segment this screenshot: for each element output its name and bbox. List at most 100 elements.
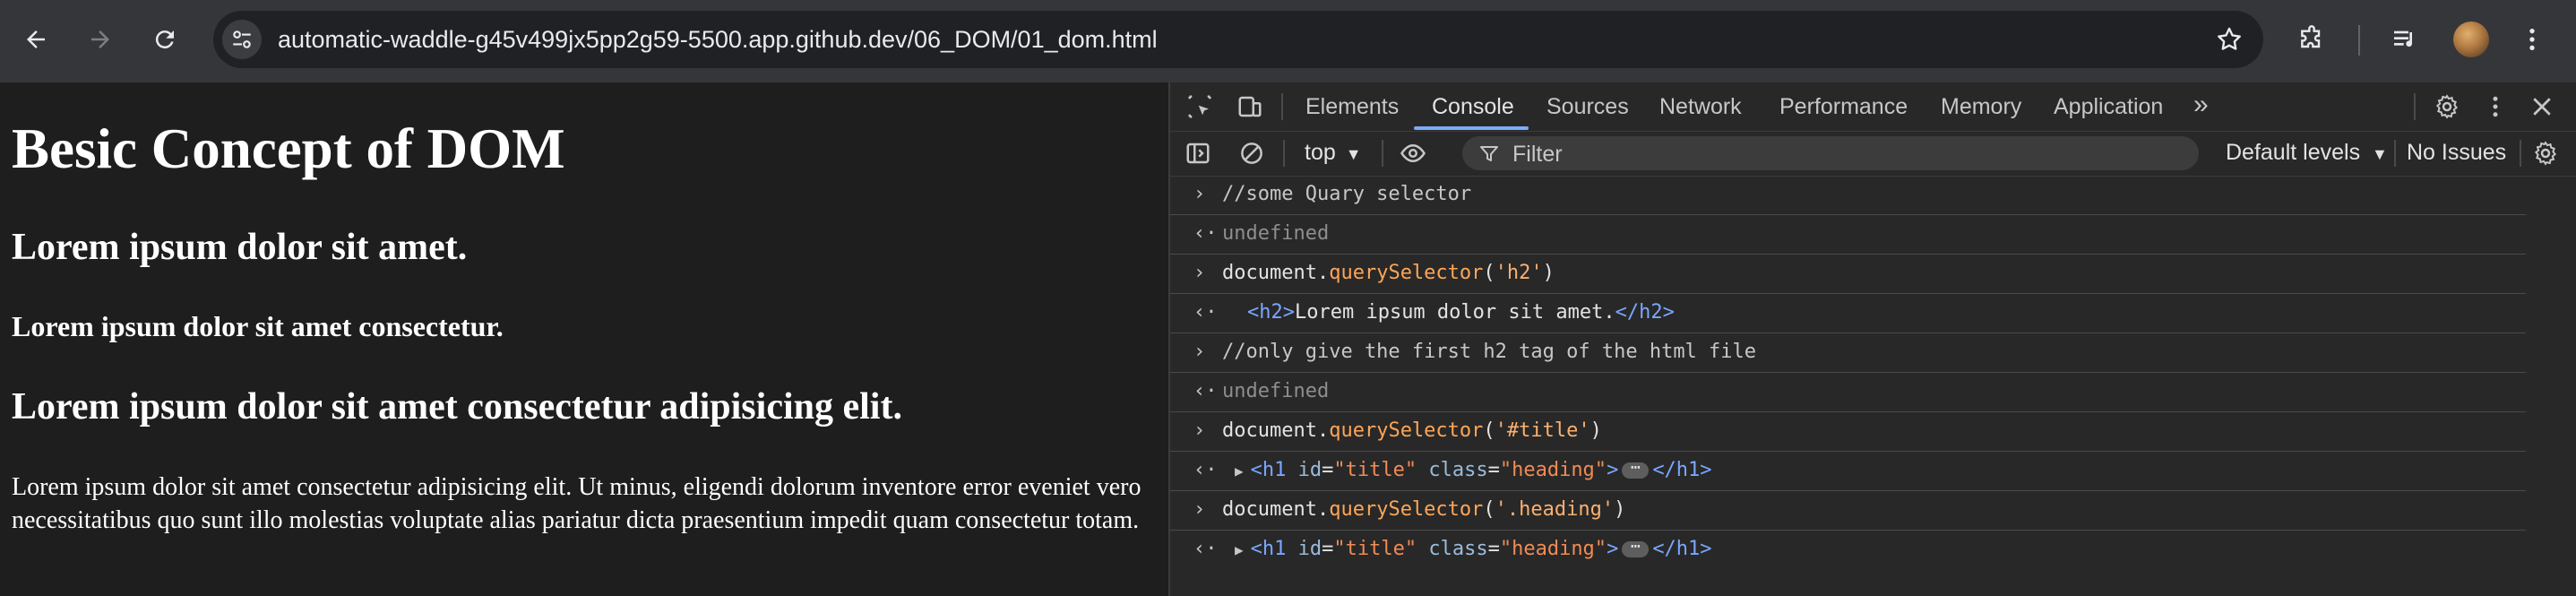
profile-avatar[interactable]: [2453, 22, 2489, 57]
console-text: undefined: [1222, 222, 1330, 245]
code-string: '#title': [1495, 419, 1590, 442]
console-code: document.querySelector('#title'): [1222, 419, 1602, 442]
page-viewport: Besic Concept of DOM Lorem ipsum dolor s…: [0, 82, 1168, 596]
forward-button[interactable]: [79, 18, 122, 61]
inspect-element-icon: [1188, 95, 1211, 118]
devtools-menu-button[interactable]: [2480, 91, 2511, 122]
console-output-row[interactable]: ‹· <h2>Lorem ipsum dolor sit amet.</h2>: [1170, 294, 2526, 333]
filter-placeholder: Filter: [1512, 142, 1563, 167]
media-control-icon: [2394, 30, 2413, 48]
code-attr-value: "heading": [1499, 459, 1607, 481]
console-output-row: ‹· undefined: [1170, 373, 2526, 412]
code-object: document.: [1222, 419, 1330, 442]
console-element-node[interactable]: ▶ <h1 id="title" class="heading"> ⋯ </h1>: [1235, 459, 1712, 481]
back-icon: [27, 30, 45, 48]
media-control-button[interactable]: [2383, 18, 2426, 61]
code-paren: (: [1483, 262, 1495, 284]
console-output-row[interactable]: ‹· ▶ <h1 id="title" class="heading"> ⋯ </h1…: [1170, 531, 2526, 570]
tab-application[interactable]: Application: [2054, 94, 2163, 120]
context-selector[interactable]: top ▼: [1305, 140, 1362, 166]
code-attr-value: "heading": [1499, 538, 1607, 560]
back-button[interactable]: [14, 18, 57, 61]
console-element-node[interactable]: <h2>Lorem ipsum dolor sit amet.</h2>: [1247, 301, 1675, 324]
toolbar-divider: [2358, 25, 2360, 56]
url-text[interactable]: automatic-waddle-g45v499jx5pp2g59-5500.a…: [278, 26, 1158, 54]
code-object: document.: [1222, 498, 1330, 521]
console-input-row[interactable]: › document.querySelector('#title'): [1170, 412, 2526, 452]
more-tabs-button[interactable]: »: [2193, 90, 2209, 120]
collapsed-content-ellipsis[interactable]: ⋯: [1622, 460, 1650, 479]
console-text: //only give the first h2 tag of the html…: [1222, 341, 1757, 363]
tab-memory[interactable]: Memory: [1941, 94, 2021, 120]
sidebar-icon: [1186, 143, 1210, 164]
console-input-row[interactable]: › document.querySelector('.heading'): [1170, 491, 2526, 531]
devtools-settings-button[interactable]: [2432, 91, 2462, 122]
console-toolbar: top ▼ Filter Default levels ▼ No Issues: [1170, 131, 2576, 177]
page-heading-h1: Besic Concept of DOM: [12, 117, 565, 180]
console-filter-input[interactable]: Filter: [1462, 136, 2199, 170]
site-info-button[interactable]: [222, 20, 262, 59]
more-vert-icon: [2493, 96, 2498, 117]
gear-icon: [2534, 141, 2557, 166]
code-tag: <h2>: [1247, 301, 1295, 324]
tab-console[interactable]: Console: [1432, 94, 1514, 120]
address-bar[interactable]: automatic-waddle-g45v499jx5pp2g59-5500.a…: [213, 11, 2263, 68]
code-string: 'h2': [1495, 262, 1543, 284]
device-toolbar-button[interactable]: [1235, 91, 1265, 122]
chevron-down-icon: ▼: [2372, 145, 2388, 163]
code-paren: (: [1483, 419, 1495, 442]
input-prompt-icon: ›: [1193, 262, 1206, 284]
toolbar-divider: [1382, 140, 1383, 167]
collapsed-content-ellipsis[interactable]: ⋯: [1622, 539, 1650, 557]
tab-network[interactable]: Network: [1659, 94, 1742, 120]
browser-menu-button[interactable]: [2511, 18, 2554, 61]
clear-console-button[interactable]: [1236, 138, 1267, 168]
code-method: querySelector: [1329, 419, 1484, 442]
console-element-node[interactable]: ▶ <h1 id="title" class="heading"> ⋯ </h1>: [1235, 538, 1712, 560]
issues-counter[interactable]: No Issues: [2407, 140, 2506, 166]
tab-sources[interactable]: Sources: [1546, 94, 1629, 120]
browser-toolbar: automatic-waddle-g45v499jx5pp2g59-5500.a…: [0, 0, 2576, 82]
console-text: //some Quary selector: [1222, 183, 1472, 205]
live-expression-button[interactable]: [1394, 138, 1432, 168]
input-prompt-icon: ›: [1193, 419, 1206, 442]
expand-triangle-icon[interactable]: ▶: [1235, 462, 1244, 479]
page-heading-h3: Lorem ipsum dolor sit amet consectetur.: [12, 310, 504, 342]
expand-triangle-icon[interactable]: ▶: [1235, 541, 1244, 558]
output-prompt-icon: ‹·: [1193, 222, 1218, 245]
code-attr-name: class: [1428, 459, 1488, 481]
code-tag: <h1: [1250, 459, 1287, 481]
console-input-row[interactable]: › //some Quary selector: [1170, 176, 2526, 215]
clear-icon: [1241, 143, 1262, 164]
star-icon[interactable]: [2215, 25, 2244, 54]
tab-performance[interactable]: Performance: [1779, 94, 1908, 120]
code-method: querySelector: [1329, 498, 1484, 521]
code-attr-name: class: [1428, 538, 1488, 560]
code-attr-name: id: [1297, 538, 1322, 560]
console-input-row[interactable]: › //only give the first h2 tag of the ht…: [1170, 333, 2526, 373]
code-paren: (: [1483, 498, 1495, 521]
input-prompt-icon: ›: [1193, 183, 1206, 205]
output-prompt-icon: ‹·: [1193, 380, 1218, 402]
log-levels-dropdown[interactable]: Default levels ▼: [2226, 140, 2388, 166]
code-tag: <h1: [1250, 538, 1287, 560]
extensions-icon: [2301, 25, 2321, 48]
log-levels-value: Default levels: [2226, 140, 2361, 165]
code-tag: </h1>: [1652, 459, 1712, 481]
page-paragraph: Lorem ipsum dolor sit amet consectetur a…: [12, 473, 1142, 534]
reload-icon: [155, 30, 174, 49]
inspect-element-button[interactable]: [1185, 91, 1215, 122]
extensions-button[interactable]: [2290, 18, 2333, 61]
reload-button[interactable]: [143, 18, 186, 61]
console-settings-button[interactable]: [2530, 138, 2561, 168]
console-sidebar-button[interactable]: [1183, 138, 1213, 168]
console-input-row[interactable]: › document.querySelector('h2'): [1170, 255, 2526, 294]
code-text: Lorem ipsum dolor sit amet.: [1294, 301, 1615, 324]
forward-icon: [91, 30, 109, 48]
close-devtools-button[interactable]: [2527, 91, 2557, 122]
devtools-panel: Elements Console Sources Network Perform…: [1168, 82, 2576, 596]
code-paren: ): [1542, 262, 1555, 284]
tab-elements[interactable]: Elements: [1305, 94, 1399, 120]
more-vert-icon: [2529, 29, 2535, 50]
console-output-row[interactable]: ‹· ▶ <h1 id="title" class="heading"> ⋯ </h1…: [1170, 452, 2526, 491]
